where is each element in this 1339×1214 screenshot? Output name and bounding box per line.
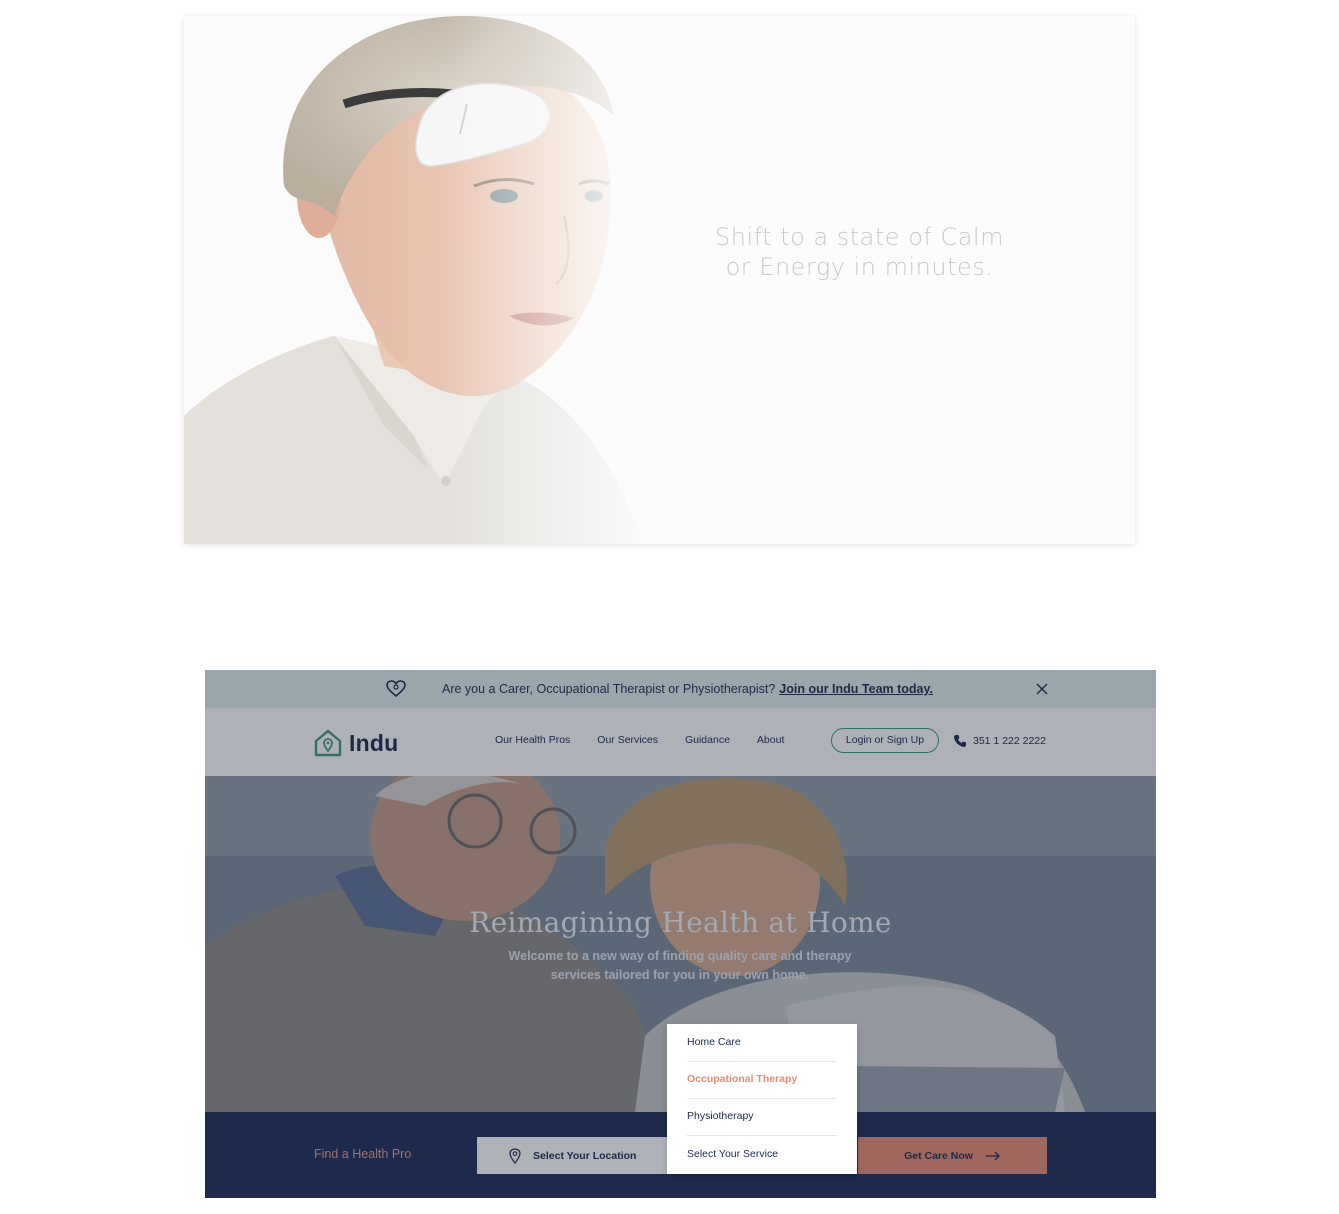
nav-item-our-health-pros[interactable]: Our Health Pros bbox=[495, 734, 570, 746]
login-signup-button[interactable]: Login or Sign Up bbox=[831, 728, 939, 753]
recruitment-banner: Are you a Carer, Occupational Therapist … bbox=[205, 670, 1156, 708]
main-navbar: Indu Our Health Pros Our Services Guidan… bbox=[205, 708, 1156, 776]
indu-logo[interactable]: Indu bbox=[313, 729, 398, 757]
tagline: Shift to a state of Calm or Energy in mi… bbox=[184, 222, 1135, 282]
get-care-now-label: Get Care Now bbox=[904, 1149, 973, 1162]
logo-wordmark: Indu bbox=[349, 729, 399, 756]
banner-message: Are you a Carer, Occupational Therapist … bbox=[442, 682, 776, 696]
nav-item-our-services[interactable]: Our Services bbox=[597, 734, 658, 746]
phone-number: 351 1 222 2222 bbox=[973, 735, 1046, 747]
service-option-occupational-therapy[interactable]: Occupational Therapy bbox=[687, 1061, 837, 1099]
get-care-now-button[interactable]: Get Care Now bbox=[858, 1137, 1047, 1174]
close-icon[interactable] bbox=[1035, 682, 1049, 696]
nav-item-about[interactable]: About bbox=[757, 734, 784, 746]
service-option-physiotherapy[interactable]: Physiotherapy bbox=[687, 1098, 837, 1136]
wearable-hero-card: Shift to a state of Calm or Energy in mi… bbox=[184, 16, 1135, 544]
tagline-line-1: Shift to a state of Calm bbox=[715, 223, 1004, 251]
tagline-line-2: or Energy in minutes. bbox=[725, 253, 994, 281]
location-select-label: Select Your Location bbox=[533, 1149, 637, 1162]
service-option-home-care[interactable]: Home Care bbox=[687, 1024, 837, 1062]
heart-icon bbox=[386, 680, 406, 698]
indu-homepage: Are you a Carer, Occupational Therapist … bbox=[205, 670, 1156, 1198]
phone-contact[interactable]: 351 1 222 2222 bbox=[953, 734, 1046, 748]
location-select[interactable]: Select Your Location bbox=[477, 1137, 667, 1174]
hero-title: Reimagining Health at Home bbox=[469, 906, 892, 939]
location-pin-icon bbox=[509, 1147, 521, 1164]
nav-links: Our Health Pros Our Services Guidance Ab… bbox=[495, 734, 811, 746]
arrow-right-icon bbox=[985, 1151, 1000, 1160]
hero-subtitle: Welcome to a new way of finding quality … bbox=[508, 949, 852, 982]
find-health-pro-label: Find a Health Pro bbox=[314, 1147, 412, 1161]
service-dropdown: Home Care Occupational Therapy Physiothe… bbox=[667, 1024, 857, 1174]
house-pin-icon bbox=[314, 729, 342, 757]
join-team-link[interactable]: Join our Indu Team today. bbox=[779, 682, 933, 696]
nav-item-guidance[interactable]: Guidance bbox=[685, 734, 730, 746]
phone-icon bbox=[954, 735, 966, 747]
service-select-label[interactable]: Select Your Service bbox=[687, 1136, 837, 1173]
